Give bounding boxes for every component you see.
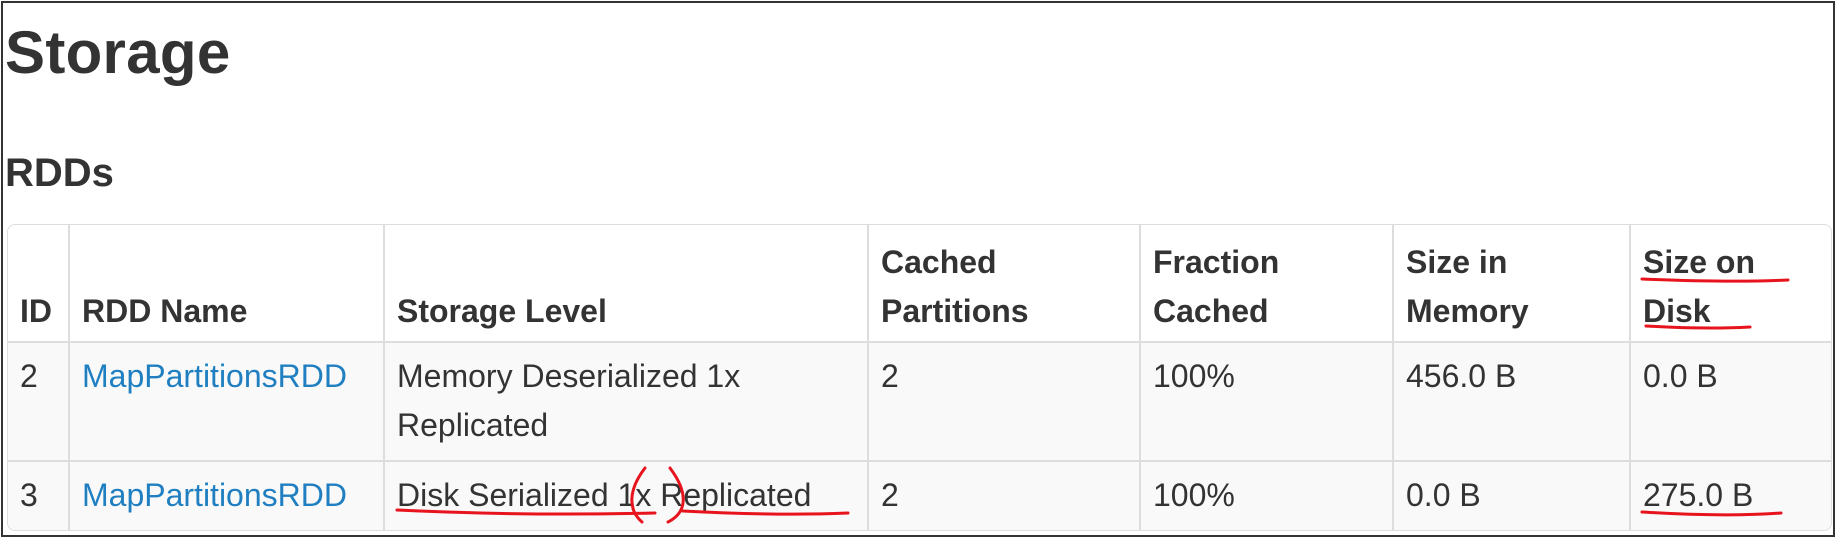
cell-size-in-memory: 0.0 B [1394, 462, 1631, 530]
cell-rdd-name: MapPartitionsRDD [70, 462, 385, 530]
cell-storage-level: Disk Serialized 1x Replicated [385, 462, 869, 530]
rdd-storage-table: ID RDD Name Storage Level Cached Partitio… [7, 224, 1832, 531]
cell-storage-level: Memory Deserialized 1x Replicated [385, 343, 869, 462]
cell-rdd-name: MapPartitionsRDD [70, 343, 385, 462]
cell-size-on-disk: 275.0 B [1643, 477, 1754, 513]
page-title: Storage [5, 19, 231, 86]
column-header-storage-level[interactable]: Storage Level [385, 225, 869, 343]
rdd-name-link[interactable]: MapPartitionsRDD [82, 477, 347, 513]
table-row: 2 MapPartitionsRDD Memory Deserialized 1… [8, 343, 1831, 462]
cell-id: 3 [8, 462, 70, 530]
cell-cached-partitions: 2 [869, 462, 1141, 530]
cell-size-on-disk: 0.0 B [1631, 343, 1831, 462]
cell-fraction-cached: 100% [1141, 462, 1394, 530]
cell-cached-partitions: 2 [869, 343, 1141, 462]
rdd-name-link[interactable]: MapPartitionsRDD [82, 358, 347, 394]
section-title-rdds: RDDs [5, 151, 114, 195]
column-header-id[interactable]: ID [8, 225, 70, 343]
cell-fraction-cached: 100% [1141, 343, 1394, 462]
table-header-row: ID RDD Name Storage Level Cached Partitio… [8, 225, 1831, 343]
column-header-size-on-disk[interactable]: Size on Disk [1631, 225, 1831, 343]
cell-id: 2 [8, 343, 70, 462]
column-header-size-in-memory[interactable]: Size in Memory [1394, 225, 1631, 343]
column-header-rdd-name[interactable]: RDD Name [70, 225, 385, 343]
column-header-fraction-cached[interactable]: Fraction Cached [1141, 225, 1394, 343]
table-row: 3 MapPartitionsRDD Disk Serialized 1x Re… [8, 462, 1831, 530]
cell-size-in-memory: 456.0 B [1394, 343, 1631, 462]
column-header-cached-partitions[interactable]: Cached Partitions [869, 225, 1141, 343]
